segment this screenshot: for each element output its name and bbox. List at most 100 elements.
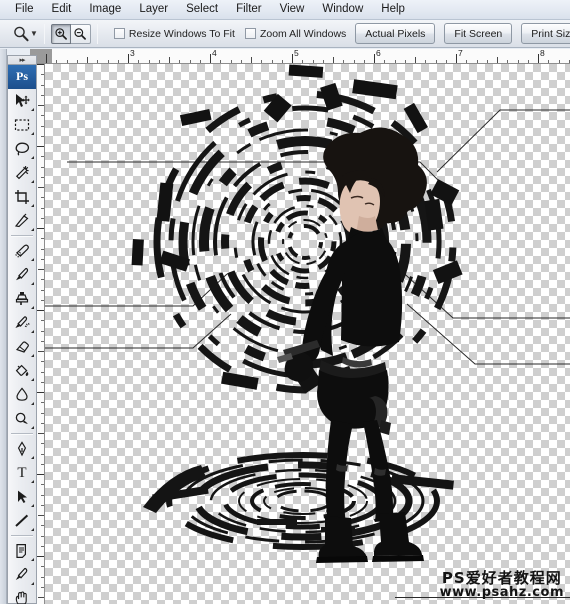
ruler-tick <box>87 57 88 63</box>
menu-item-view[interactable]: View <box>271 1 314 18</box>
ruler-tick <box>313 60 314 63</box>
ruler-label-4: 4 <box>212 49 217 58</box>
fit-screen-button[interactable]: Fit Screen <box>444 23 513 44</box>
menu-item-image[interactable]: Image <box>80 1 130 18</box>
zoom-in-button[interactable] <box>50 23 71 44</box>
toolbox-collapse-handle[interactable]: ▸▸ <box>7 55 37 65</box>
history-brush-tool[interactable] <box>8 311 36 335</box>
dodge-tool[interactable] <box>8 407 36 431</box>
watermark-site-name: PS爱好者教程网 <box>441 568 562 587</box>
ruler-tick <box>38 597 44 598</box>
ruler-tick <box>41 259 44 260</box>
resize-windows-to-fit-option[interactable]: Resize Windows To Fit <box>113 28 235 40</box>
ruler-tick <box>118 60 119 63</box>
tool-preset-chevron-down-icon[interactable]: ▼ <box>30 22 38 46</box>
ruler-tick <box>41 74 44 75</box>
magic-wand-tool[interactable] <box>8 161 36 185</box>
crop-tool[interactable] <box>8 185 36 209</box>
ruler-tick <box>41 218 44 219</box>
ruler-tick <box>497 57 498 63</box>
path-selection-tool[interactable] <box>8 485 36 509</box>
options-divider-1 <box>43 23 45 44</box>
flyout-corner-icon <box>31 426 34 429</box>
ruler-tick <box>210 54 211 63</box>
menu-item-help[interactable]: Help <box>372 1 414 18</box>
hand-tool[interactable] <box>8 587 36 604</box>
ruler-tick <box>41 495 44 496</box>
horizontal-ruler[interactable]: 3 4 5 6 7 8 <box>30 49 570 64</box>
rectangular-marquee-tool[interactable] <box>8 113 36 137</box>
ruler-tick <box>456 54 457 63</box>
flyout-corner-icon <box>31 402 34 405</box>
flyout-corner-icon <box>31 132 34 135</box>
toolbox-panel: Ps T <box>7 64 37 604</box>
menu-item-layer[interactable]: Layer <box>130 1 177 18</box>
flyout-corner-icon <box>31 108 34 111</box>
ruler-tick <box>41 443 44 444</box>
move-tool[interactable] <box>8 89 36 113</box>
notes-tool[interactable] <box>8 539 36 563</box>
lasso-tool[interactable] <box>8 137 36 161</box>
spot-healing-brush-tool[interactable] <box>8 239 36 263</box>
zoom-out-button[interactable] <box>70 23 91 44</box>
flyout-corner-icon <box>31 228 34 231</box>
flyout-corner-icon <box>31 480 34 483</box>
clone-stamp-tool[interactable] <box>8 287 36 311</box>
menu-item-file[interactable]: File <box>6 1 43 18</box>
menu-item-select[interactable]: Select <box>177 1 227 18</box>
actual-pixels-button[interactable]: Actual Pixels <box>355 23 436 44</box>
flyout-corner-icon <box>31 558 34 561</box>
left-dock-strip <box>0 49 7 604</box>
flyout-corner-icon <box>31 528 34 531</box>
ruler-tick <box>97 60 98 63</box>
document-canvas[interactable] <box>45 64 570 604</box>
print-size-button[interactable]: Print Size <box>521 23 570 44</box>
ruler-label-7: 7 <box>458 49 463 58</box>
flyout-corner-icon <box>31 156 34 159</box>
eraser-tool[interactable] <box>8 335 36 359</box>
slice-tool[interactable] <box>8 209 36 233</box>
zoom-all-windows-option[interactable]: Zoom All Windows <box>244 28 346 40</box>
line-shape-tool[interactable] <box>8 509 36 533</box>
ruler-tick <box>41 300 44 301</box>
zoom-all-windows-checkbox[interactable] <box>244 28 256 39</box>
ruler-tick <box>41 126 44 127</box>
ruler-tick <box>41 546 44 547</box>
ruler-tick <box>282 60 283 63</box>
pen-tool[interactable] <box>8 437 36 461</box>
zoom-tool-icon[interactable] <box>12 22 30 46</box>
ruler-tick <box>149 60 150 63</box>
type-tool[interactable]: T <box>8 461 36 485</box>
ruler-tick <box>477 60 478 63</box>
eyedropper-tool[interactable] <box>8 563 36 587</box>
brush-tool[interactable] <box>8 263 36 287</box>
toolbox-grip-icon: ▸▸ <box>19 56 25 64</box>
tool-options-bar: ▼ Resize Windows To Fit Zoom All Windows… <box>0 20 570 48</box>
flyout-corner-icon <box>31 354 34 357</box>
menu-item-edit[interactable]: Edit <box>43 1 81 18</box>
ruler-tick <box>38 433 44 434</box>
photoshop-window: File Edit Image Layer Select Filter View Window… <box>0 0 570 604</box>
ruler-tick <box>41 464 44 465</box>
ruler-tick <box>41 238 44 239</box>
options-divider-2 <box>96 23 98 44</box>
ruler-tick <box>323 60 324 63</box>
ruler-tick <box>41 115 44 116</box>
ruler-tick <box>425 60 426 63</box>
ruler-tick <box>343 60 344 63</box>
resize-windows-to-fit-checkbox[interactable] <box>113 28 125 39</box>
menu-item-window[interactable]: Window <box>313 1 372 18</box>
blur-tool[interactable] <box>8 383 36 407</box>
toolbox-divider-3 <box>11 535 33 537</box>
watermark: PS爱好者教程网 www.psahz.com <box>440 568 564 600</box>
ruler-label-6: 6 <box>376 49 381 58</box>
ruler-tick <box>251 57 252 63</box>
ruler-tick <box>41 279 44 280</box>
ruler-tick <box>38 351 44 352</box>
ruler-tick <box>41 505 44 506</box>
flyout-corner-icon <box>31 582 34 585</box>
ruler-tick <box>41 320 44 321</box>
flyout-corner-icon <box>31 282 34 285</box>
paint-bucket-tool[interactable] <box>8 359 36 383</box>
menu-item-filter[interactable]: Filter <box>227 1 271 18</box>
